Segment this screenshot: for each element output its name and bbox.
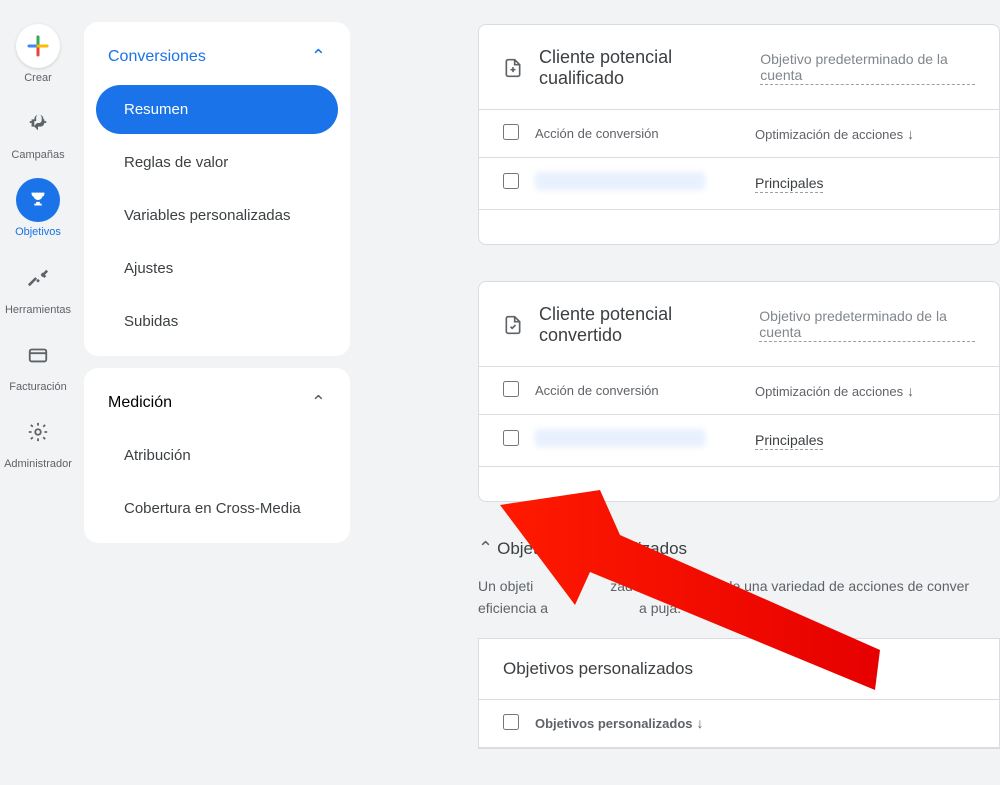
megaphone-icon <box>16 101 60 145</box>
card-head: Objetivos personalizados <box>479 639 999 699</box>
blurred-action-name <box>535 172 705 190</box>
card-cliente-cualificado: Cliente potencial cualificado Objetivo p… <box>478 24 1000 245</box>
rail-campanas[interactable]: Campañas <box>0 97 76 166</box>
rail-administrador[interactable]: Administrador <box>0 406 76 475</box>
panel-medicion: Medición ⌃ Atribución Cobertura en Cross… <box>84 368 350 543</box>
table-row-empty <box>479 210 999 244</box>
col-opt-header[interactable]: Optimización de acciones ↓ <box>755 126 975 142</box>
card-head: Cliente potencial cualificado Objetivo p… <box>479 25 999 109</box>
card-title: Cliente potencial convertido <box>539 304 743 346</box>
chevron-up-icon: ⌃ <box>311 392 326 413</box>
document-plus-icon <box>503 58 523 78</box>
sort-down-icon: ↓ <box>697 715 704 731</box>
row-checkbox[interactable] <box>503 430 519 446</box>
rail-herramientas[interactable]: Herramientas <box>0 252 76 321</box>
rail-label: Campañas <box>11 149 64 162</box>
menu-variables[interactable]: Variables personalizadas <box>96 191 338 240</box>
card-objetivos-personalizados: Objetivos personalizados Objetivos perso… <box>478 638 1000 749</box>
rail-label: Facturación <box>9 381 66 394</box>
menu-atribucion[interactable]: Atribución <box>96 431 338 480</box>
sort-down-icon: ↓ <box>907 383 914 399</box>
rail-objetivos[interactable]: Objetivos <box>0 174 76 243</box>
panel-conversiones: Conversiones ⌃ Resumen Reglas de valor V… <box>84 22 350 356</box>
table-row[interactable]: Principales <box>479 158 999 210</box>
opt-value: Principales <box>755 175 823 193</box>
chevron-up-icon: ⌃ <box>311 46 326 67</box>
rail-crear[interactable]: Crear <box>0 20 76 89</box>
card-icon <box>16 333 60 377</box>
custom-section-title: Objetivos personalizados <box>497 539 687 559</box>
trophy-icon <box>16 178 60 222</box>
card-subtitle: Objetivo predeterminado de la cuenta <box>760 51 975 85</box>
blurred-action-name <box>535 429 705 447</box>
panel-title: Conversiones <box>108 48 206 66</box>
gear-icon <box>16 410 60 454</box>
rail-facturacion[interactable]: Facturación <box>0 329 76 398</box>
col-opt-label: Optimización de acciones <box>755 127 903 142</box>
panel-title: Medición <box>108 394 172 412</box>
card-head: Cliente potencial convertido Objetivo pr… <box>479 282 999 366</box>
rail-label: Herramientas <box>5 304 71 317</box>
table-row-empty <box>479 467 999 501</box>
col-custom-header[interactable]: Objetivos personalizados ↓ <box>535 715 975 731</box>
custom-section-toggle[interactable]: ⌃ Objetivos personalizados <box>478 538 1000 559</box>
desc-part: Un objeti <box>478 578 533 594</box>
col-action-header[interactable]: Acción de conversión <box>535 383 741 398</box>
table-header: Acción de conversión Optimización de acc… <box>479 109 999 158</box>
plus-icon <box>16 24 60 68</box>
col-action-header[interactable]: Acción de conversión <box>535 126 741 141</box>
table-header: Acción de conversión Optimización de acc… <box>479 366 999 415</box>
menu-subidas[interactable]: Subidas <box>96 297 338 346</box>
custom-section-desc: Un objetixxxxxxxxxxxzado se compone de u… <box>478 575 1000 620</box>
menu-reglas-valor[interactable]: Reglas de valor <box>96 138 338 187</box>
document-check-icon <box>503 315 523 335</box>
card-title: Objetivos personalizados <box>503 659 693 679</box>
sort-down-icon: ↓ <box>907 126 914 142</box>
opt-value: Principales <box>755 432 823 450</box>
card-subtitle: Objetivo predeterminado de la cuenta <box>759 308 975 342</box>
menu-ajustes[interactable]: Ajustes <box>96 244 338 293</box>
menu-resumen[interactable]: Resumen <box>96 85 338 134</box>
rail-label: Crear <box>24 72 52 85</box>
menu-crossmedia[interactable]: Cobertura en Cross-Media <box>96 484 338 533</box>
col-custom-label: Objetivos personalizados <box>535 716 693 731</box>
panel-header-medicion[interactable]: Medición ⌃ <box>90 374 344 427</box>
card-title: Cliente potencial cualificado <box>539 47 744 89</box>
select-all-checkbox[interactable] <box>503 124 519 140</box>
sidebar: Conversiones ⌃ Resumen Reglas de valor V… <box>84 22 350 555</box>
row-checkbox[interactable] <box>503 173 519 189</box>
desc-part: zado se compone de una variedad de accio… <box>610 578 969 594</box>
desc-part: a puja. <box>639 600 681 616</box>
tools-icon <box>16 256 60 300</box>
table-row[interactable]: Principales <box>479 415 999 467</box>
desc-part: eficiencia a <box>478 600 548 616</box>
rail-label: Administrador <box>4 458 72 471</box>
chevron-up-icon: ⌃ <box>478 538 493 559</box>
rail-label: Objetivos <box>15 226 61 239</box>
table-header: Objetivos personalizados ↓ <box>479 699 999 748</box>
left-rail: Crear Campañas Objetivos Herramientas Fa… <box>0 0 76 752</box>
card-cliente-convertido: Cliente potencial convertido Objetivo pr… <box>478 281 1000 502</box>
main-content: Cliente potencial cualificado Objetivo p… <box>478 24 1000 785</box>
col-opt-header[interactable]: Optimización de acciones ↓ <box>755 383 975 399</box>
col-opt-label: Optimización de acciones <box>755 384 903 399</box>
select-all-checkbox[interactable] <box>503 714 519 730</box>
panel-header-conversiones[interactable]: Conversiones ⌃ <box>90 28 344 81</box>
select-all-checkbox[interactable] <box>503 381 519 397</box>
